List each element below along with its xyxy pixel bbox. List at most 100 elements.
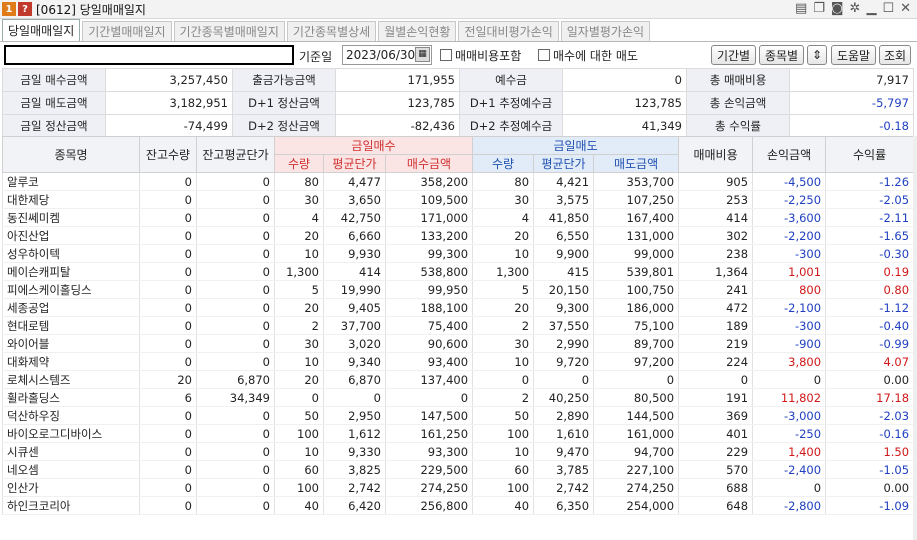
table-row[interactable]: 인산가 0 0 100 2,742 274,250 100 2,742 274,250 688 0 0… — [2, 478, 915, 497]
col-header-buy-qty[interactable]: 수량 — [274, 154, 324, 173]
col-header-hold-qty[interactable]: 잔고수량 — [139, 136, 197, 173]
cell-fee: 648 — [678, 496, 754, 515]
col-header-sell-amt[interactable]: 매도금액 — [593, 154, 680, 173]
col-header-hold-avg[interactable]: 잔고평균단가 — [196, 136, 275, 173]
table-row[interactable]: 아진산업 0 0 20 6,660 133,200 20 6,550 131,000 302 -2,… — [2, 226, 915, 245]
cell-sell-qty: 1,300 — [472, 262, 535, 281]
cell-pnl: -3,600 — [752, 208, 827, 227]
table-row[interactable]: 피에스케이홀딩스 0 0 5 19,990 99,950 5 20,150 100,750 241… — [2, 280, 915, 299]
cell-rate: -1.12 — [825, 298, 915, 317]
table-row[interactable]: 바이오로그디바이스 0 0 100 1,612 161,250 100 1,610 161,00… — [2, 424, 915, 443]
cell-sell-avg: 9,900 — [533, 244, 595, 263]
cell-sell-avg: 9,300 — [533, 298, 595, 317]
cell-rate: -0.30 — [825, 244, 915, 263]
cell-sell-amt: 97,200 — [593, 352, 680, 371]
vertical-scrollbar[interactable] — [913, 136, 917, 540]
table-row[interactable]: 대한제당 0 0 30 3,650 109,500 30 3,575 107,250 253 -2,… — [2, 190, 915, 209]
col-header-name[interactable]: 종목명 — [2, 136, 140, 173]
col-header-sell-avg[interactable]: 평균단가 — [533, 154, 595, 173]
table-row[interactable]: 메이슨캐피탈 0 0 1,300 414 538,800 1,300 415 539,801 1,… — [2, 262, 915, 281]
col-header-pnl[interactable]: 손익금액 — [752, 136, 827, 173]
summary-label: 금일 정산금액 — [2, 114, 106, 138]
table-row[interactable]: 알루코 0 0 80 4,477 358,200 80 4,421 353,700 905 -4,5… — [2, 172, 915, 191]
tab-1[interactable]: 당일매매일지 — [2, 19, 81, 41]
tab-3[interactable]: 기간종목별매매일지 — [173, 21, 285, 41]
maximize-icon[interactable]: ☐ — [882, 1, 894, 16]
table-row[interactable]: 대화제약 0 0 10 9,340 93,400 10 9,720 97,200 224 3,800… — [2, 352, 915, 371]
cell-name: 시큐센 — [2, 442, 140, 461]
tab-4[interactable]: 기간종목별상세 — [286, 21, 377, 41]
search-button[interactable]: 조회 — [879, 45, 911, 65]
cell-buy-amt: 75,400 — [384, 316, 474, 335]
calendar-icon[interactable]: ▦ — [415, 47, 430, 62]
summary-value: -5,797 — [789, 91, 914, 115]
table-row[interactable]: 와이어블 0 0 30 3,020 90,600 30 2,990 89,700 219 -900-… — [2, 334, 915, 353]
summary-row: 금일 매수금액 3,257,450 출금가능금액 171,955 예수금 0 총 매매비용 7… — [2, 68, 914, 92]
col-header-buy-avg[interactable]: 평균단가 — [323, 154, 386, 173]
cell-hold-avg: 0 — [196, 190, 275, 209]
tab-bar: 당일매매일지 기간별매매일지 기간종목별매매일지 기간종목별상세 월별손익현황 전일대비평… — [0, 19, 917, 42]
cell-buy-qty: 100 — [274, 424, 324, 443]
updown-spinner-icon[interactable]: ⇕ — [807, 45, 827, 65]
table-row[interactable]: 휠라홀딩스 6 34,349 0 0 0 2 40,250 80,500 191 11,802 17.… — [2, 388, 915, 407]
cell-name: 휠라홀딩스 — [2, 388, 140, 407]
cell-buy-avg: 9,340 — [323, 352, 386, 371]
copy-icon[interactable]: ❐ — [813, 1, 825, 16]
cell-hold-qty: 0 — [139, 424, 197, 443]
table-row[interactable]: 시큐센 0 0 10 9,330 93,300 10 9,470 94,700 229 1,400 1… — [2, 442, 915, 461]
table-row[interactable]: 현대로템 0 0 2 37,700 75,400 2 37,550 75,100 189 -300-… — [2, 316, 915, 335]
col-header-buy-amt[interactable]: 매수금액 — [384, 154, 474, 173]
cell-pnl: -2,100 — [752, 298, 827, 317]
help-icon[interactable]: ? — [18, 2, 32, 16]
cell-hold-avg: 0 — [196, 352, 275, 371]
summary-label: 총 손익금액 — [686, 91, 790, 115]
camera-icon[interactable]: ◙ — [831, 1, 844, 16]
period-button[interactable]: 기간별 — [711, 45, 756, 65]
col-header-fee[interactable]: 매매비용 — [678, 136, 754, 173]
cell-sell-amt: 80,500 — [593, 388, 680, 407]
close-icon[interactable]: ✕ — [900, 1, 911, 16]
table-row[interactable]: 하인크코리아 0 0 40 6,420 256,800 40 6,350 254,000 648-… — [2, 496, 915, 515]
tab-5[interactable]: 월별손익현황 — [378, 21, 457, 41]
table-row[interactable]: 동진쎄미켐 0 0 4 42,750 171,000 4 41,850 167,400 414 -3… — [2, 208, 915, 227]
cell-buy-amt: 0 — [384, 388, 474, 407]
table-row[interactable]: 덕산하우징 0 0 50 2,950 147,500 50 2,890 144,500 369 -3… — [2, 406, 915, 425]
cell-sell-amt: 0 — [593, 370, 680, 389]
cell-rate: -2.03 — [825, 406, 915, 425]
cell-name: 성우하이텍 — [2, 244, 140, 263]
tab-6[interactable]: 전일대비평가손익 — [458, 21, 559, 41]
table-row[interactable]: 네오셈 0 0 60 3,825 229,500 60 3,785 227,100 570 -2,4… — [2, 460, 915, 479]
col-header-sell-qty[interactable]: 수량 — [472, 154, 535, 173]
table-row[interactable]: 세종공업 0 0 20 9,405 188,100 20 9,300 186,000 472 -2,… — [2, 298, 915, 317]
table-row[interactable]: 로체시스템즈 20 6,870 20 6,870 137,400 0 0 0 0 0 0.00 — [2, 370, 915, 389]
cell-name: 피에스케이홀딩스 — [2, 280, 140, 299]
summary-value: -0.18 — [789, 114, 914, 138]
cell-hold-avg: 0 — [196, 406, 275, 425]
fee-include-checkbox[interactable] — [440, 49, 452, 61]
stock-button[interactable]: 종목별 — [759, 45, 804, 65]
title-bar: 1 ? [0612] 당일매매일지 ▤ ❐ ◙ ✲ ▁ ☐ ✕ — [0, 0, 917, 19]
col-header-rate[interactable]: 수익률 — [825, 136, 915, 173]
screen-number-icon[interactable]: 1 — [2, 2, 16, 16]
minimize-icon[interactable]: ▁ — [866, 1, 876, 16]
memo-icon[interactable]: ▤ — [795, 1, 807, 16]
cell-sell-avg: 415 — [533, 262, 595, 281]
table-row[interactable]: 성우하이텍 0 0 10 9,930 99,300 10 9,900 99,000 238 -300… — [2, 244, 915, 263]
cell-buy-amt: 99,300 — [384, 244, 474, 263]
buy-sell-checkbox[interactable] — [538, 49, 550, 61]
cell-buy-amt: 538,800 — [384, 262, 474, 281]
account-field[interactable] — [4, 45, 294, 65]
cell-hold-qty: 0 — [139, 442, 197, 461]
cell-sell-qty: 2 — [472, 316, 535, 335]
cell-buy-avg: 4,477 — [323, 172, 386, 191]
tab-7[interactable]: 일자별평가손익 — [560, 21, 651, 41]
cell-hold-qty: 0 — [139, 190, 197, 209]
help-button[interactable]: 도움말 — [831, 45, 876, 65]
cell-fee: 241 — [678, 280, 754, 299]
tab-2[interactable]: 기간별매매일지 — [82, 21, 172, 41]
cell-sell-avg: 3,575 — [533, 190, 595, 209]
cell-hold-avg: 0 — [196, 172, 275, 191]
cell-buy-avg: 37,700 — [323, 316, 386, 335]
summary-label: 출금가능금액 — [232, 68, 336, 92]
gear-icon[interactable]: ✲ — [850, 1, 861, 16]
